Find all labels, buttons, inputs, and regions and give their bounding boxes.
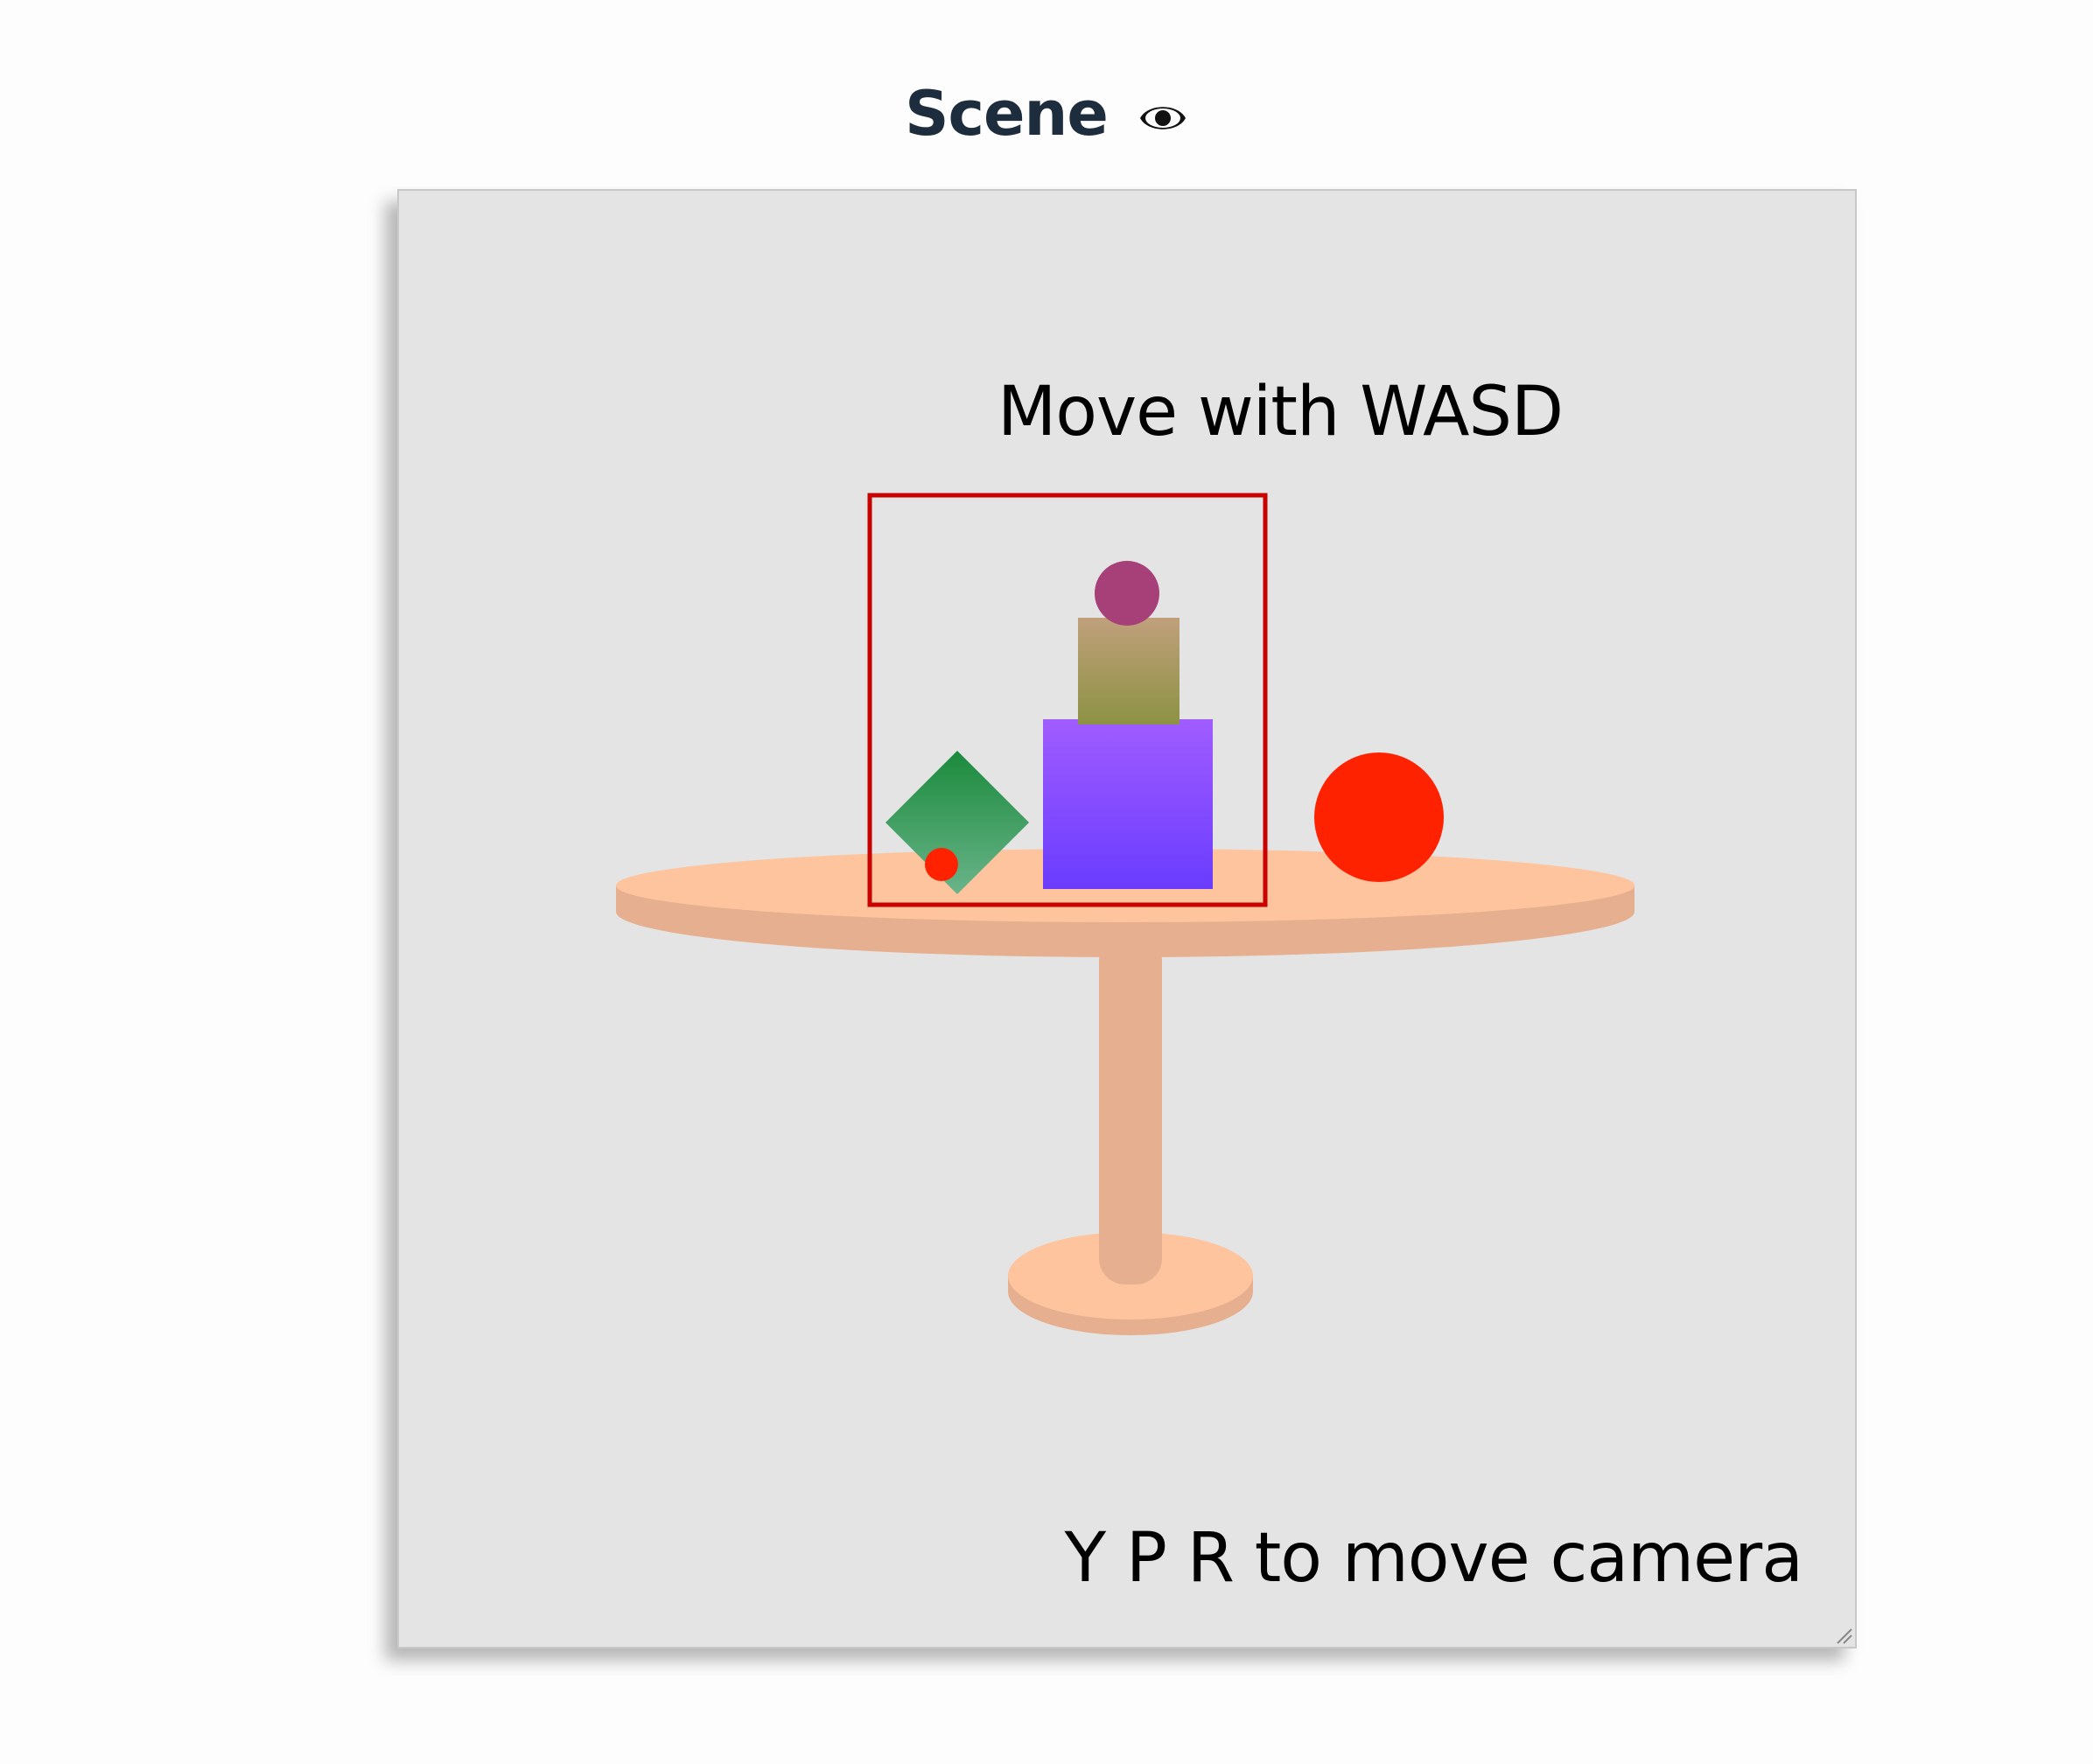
magenta-sphere[interactable] xyxy=(1095,561,1159,626)
large-red-sphere[interactable] xyxy=(1314,752,1444,882)
scene-header: Scene xyxy=(0,61,2093,166)
move-hint: Move with WASD xyxy=(998,373,1564,452)
scene-viewport[interactable]: Move with WASD Y P R to move camera xyxy=(397,189,1857,1648)
small-red-sphere[interactable] xyxy=(925,848,958,881)
purple-box[interactable] xyxy=(1043,719,1213,889)
table-leg xyxy=(1099,934,1162,1284)
olive-box[interactable] xyxy=(1078,618,1180,724)
table xyxy=(616,849,1634,1335)
eye-icon[interactable] xyxy=(1138,93,1188,144)
page-title: Scene xyxy=(905,78,1109,150)
camera-hint: Y P R to move camera xyxy=(1064,1519,1803,1598)
resize-handle-icon[interactable] xyxy=(1834,1626,1853,1645)
